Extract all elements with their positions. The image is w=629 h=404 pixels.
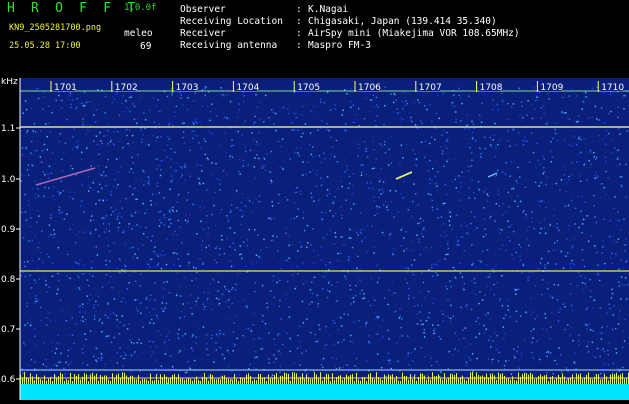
counter-value: 69 xyxy=(140,41,152,52)
y-tick-label: 1.1 xyxy=(1,124,15,134)
y-tick-label: 0.8 xyxy=(1,275,16,285)
spectrogram-panel: 1701 1702 1703 1704 1705 1706 1707 1708 1709 1710… xyxy=(0,77,629,400)
antenna-value: Maspro FM-3 xyxy=(308,40,371,51)
colon: : xyxy=(296,28,302,39)
minute-label-1709: 1709 xyxy=(540,83,563,93)
antenna-label: Receiving antenna xyxy=(180,40,278,51)
receiver-value: AirSpy mini (Miakejima VOR 108.65MHz) xyxy=(308,28,520,39)
baseline-band xyxy=(20,384,629,400)
receiver-label: Receiver xyxy=(180,28,226,39)
observer-label: Observer xyxy=(180,4,226,15)
date-time: 25.05.28 17:00 xyxy=(9,41,81,51)
minute-label-1710: 1710 xyxy=(601,83,624,93)
version-label: 1.0.0f xyxy=(124,3,157,13)
counter-label: meleo xyxy=(124,28,153,39)
file-name: KN9_2505281700.png xyxy=(9,23,102,33)
minute-label-1703: 1703 xyxy=(176,83,199,93)
y-tick-label: 0.7 xyxy=(1,325,15,335)
colon: : xyxy=(296,40,302,51)
y-tick-label: 0.6 xyxy=(1,375,16,385)
header-panel: H R O F F T 1.0.0f KN9_2505281700.png 25… xyxy=(0,0,629,78)
minute-label-1708: 1708 xyxy=(480,83,503,93)
observer-value: K.Nagai xyxy=(308,4,349,15)
y-axis-unit: kHz xyxy=(1,78,18,87)
y-tick-label: 0.9 xyxy=(1,225,16,235)
location-value: Chigasaki, Japan (139.414 35.340) xyxy=(308,16,497,27)
minute-label-1702: 1702 xyxy=(115,83,138,93)
minute-label-1704: 1704 xyxy=(236,83,259,93)
colon: : xyxy=(296,16,302,27)
colon: : xyxy=(296,4,302,15)
app-title: H R O F F T xyxy=(7,1,140,16)
y-tick-label: 1.0 xyxy=(1,175,16,185)
minute-label-1706: 1706 xyxy=(358,83,381,93)
minute-label-1701: 1701 xyxy=(54,83,77,93)
minute-label-1707: 1707 xyxy=(419,83,442,93)
minute-label-1705: 1705 xyxy=(297,83,320,93)
spectrogram-svg: 1701 1702 1703 1704 1705 1706 1707 1708 1709 1710… xyxy=(0,77,629,400)
location-label: Receiving Location xyxy=(180,16,283,27)
